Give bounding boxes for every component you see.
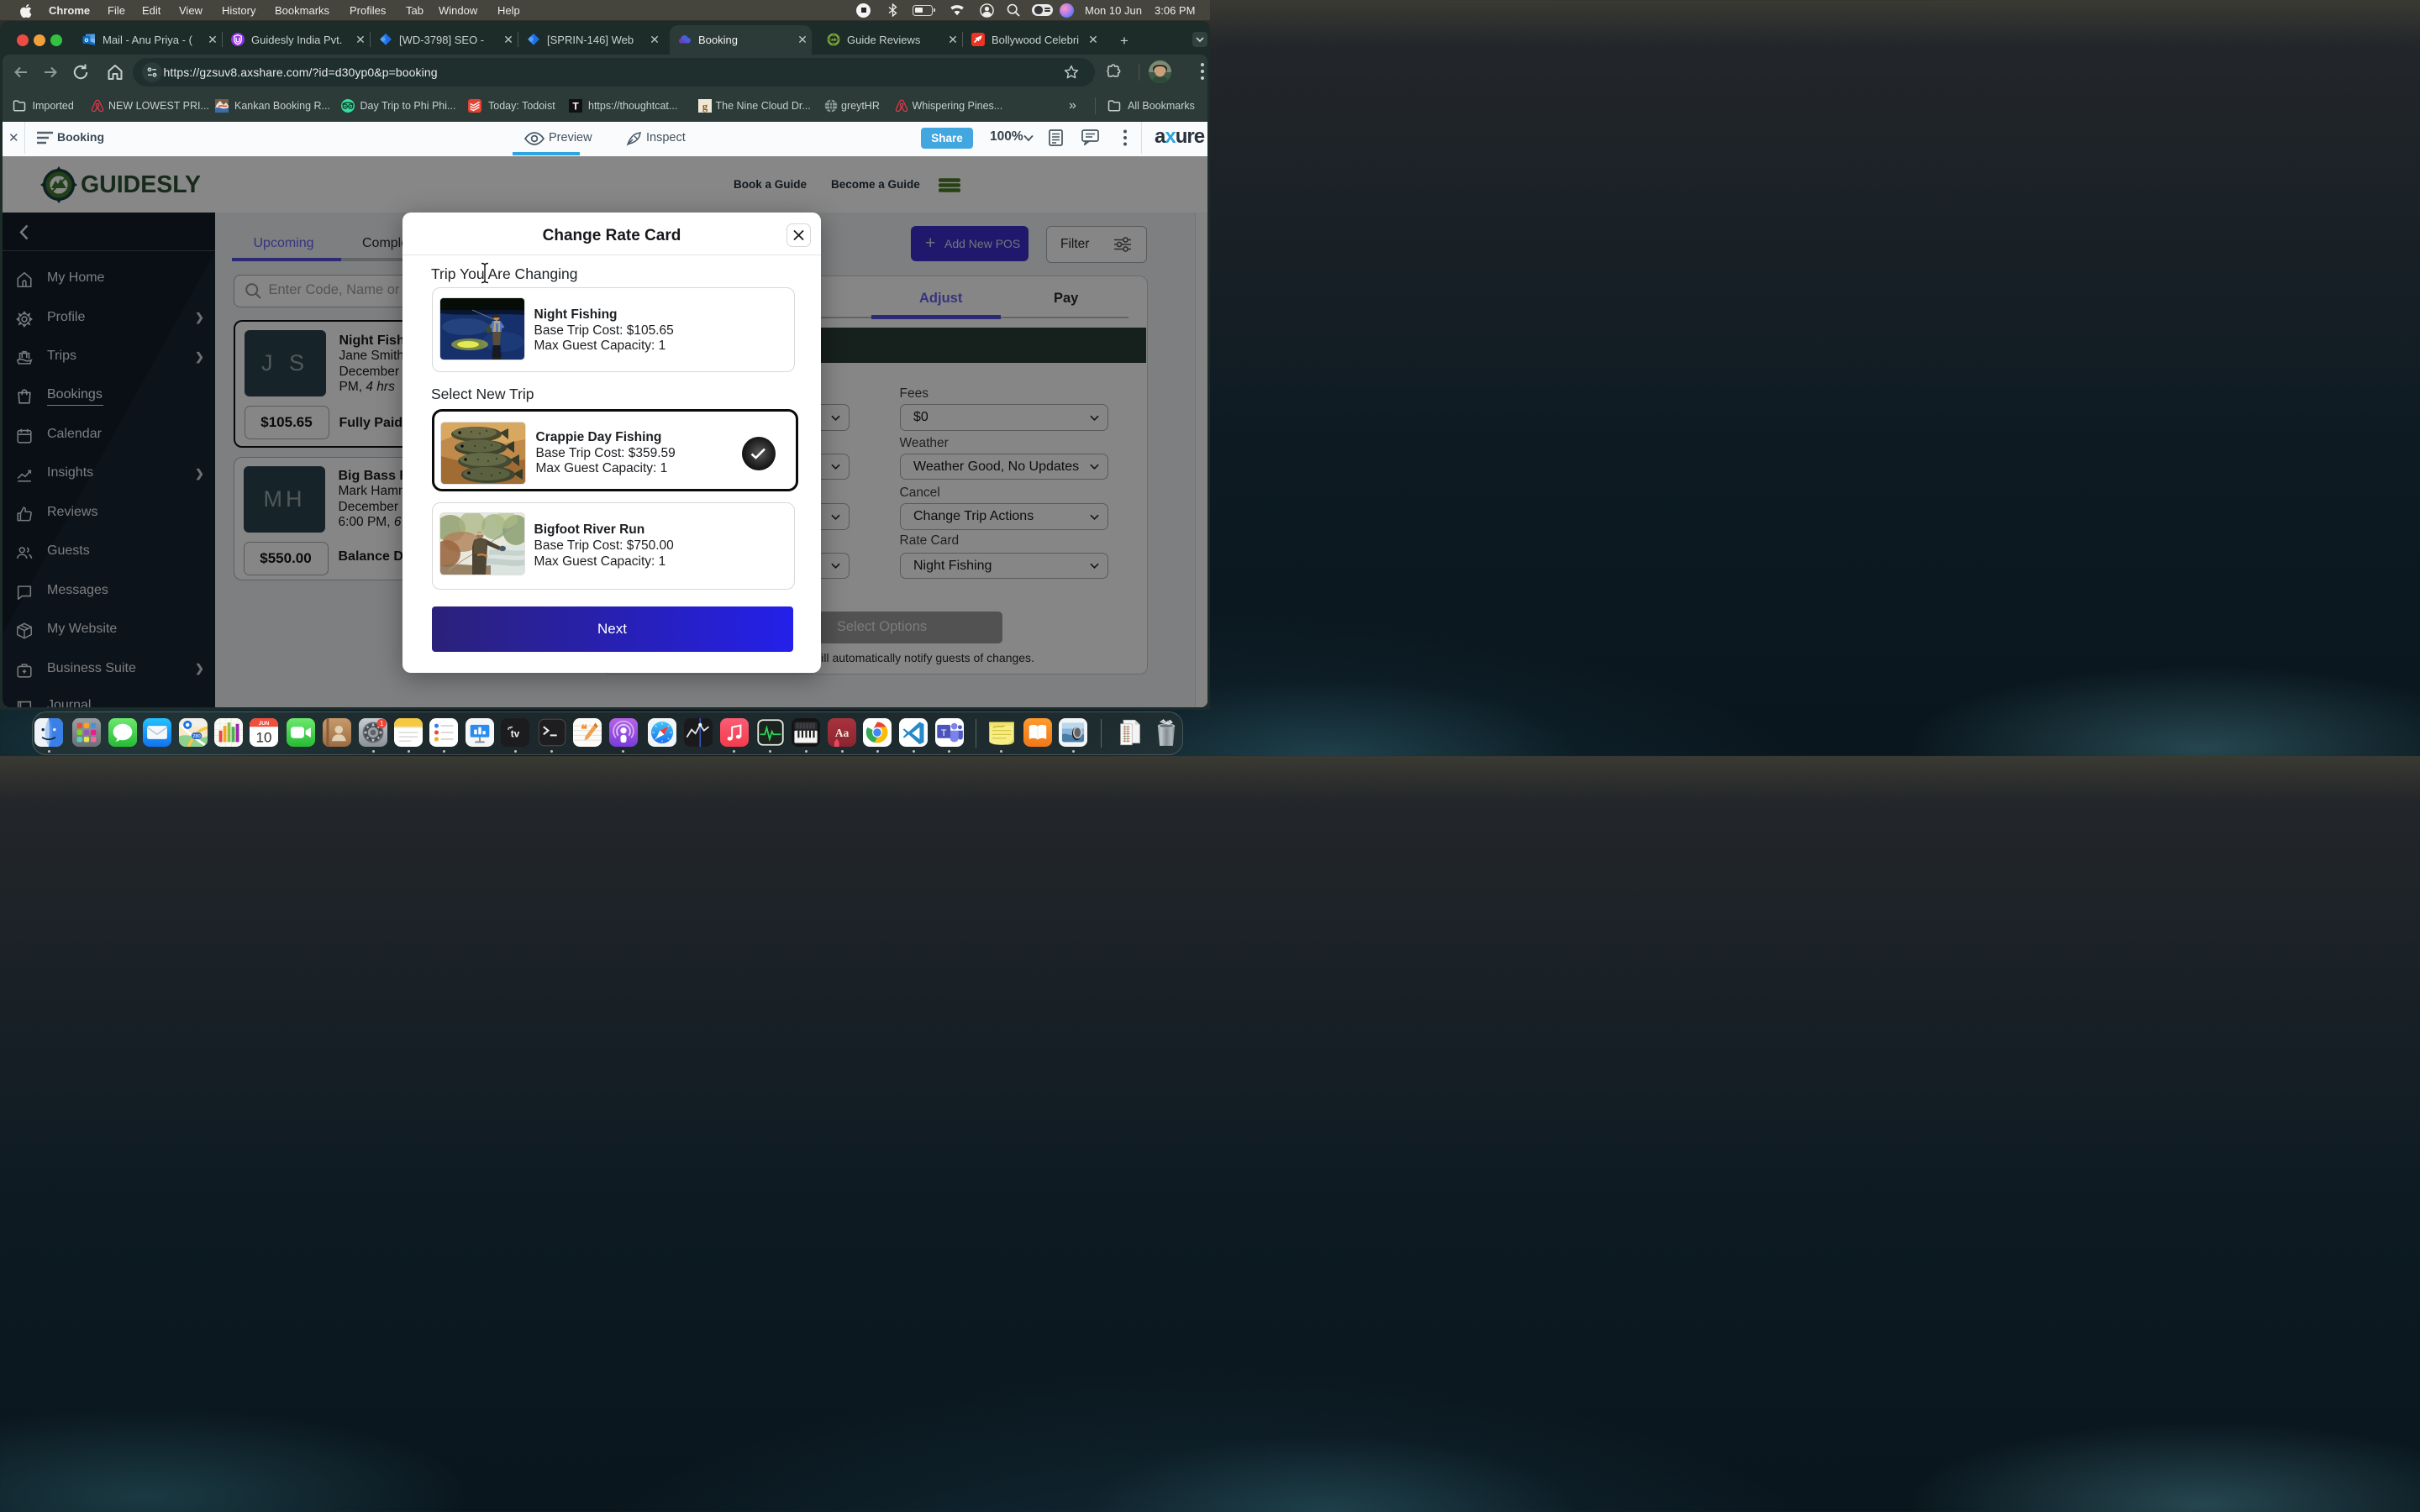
svg-text:g: g xyxy=(702,100,708,113)
svg-text:T: T xyxy=(941,728,947,738)
svg-text:280: 280 xyxy=(193,734,201,739)
svg-text:o: o xyxy=(85,36,89,44)
svg-text:Aa: Aa xyxy=(835,727,850,739)
svg-text:❝: ❝ xyxy=(581,723,587,737)
svg-text:1: 1 xyxy=(380,720,384,727)
svg-text:JUN: JUN xyxy=(259,721,270,727)
svg-text:T: T xyxy=(572,101,579,113)
svg-text:tv: tv xyxy=(511,728,520,740)
svg-text:10: 10 xyxy=(256,729,272,745)
